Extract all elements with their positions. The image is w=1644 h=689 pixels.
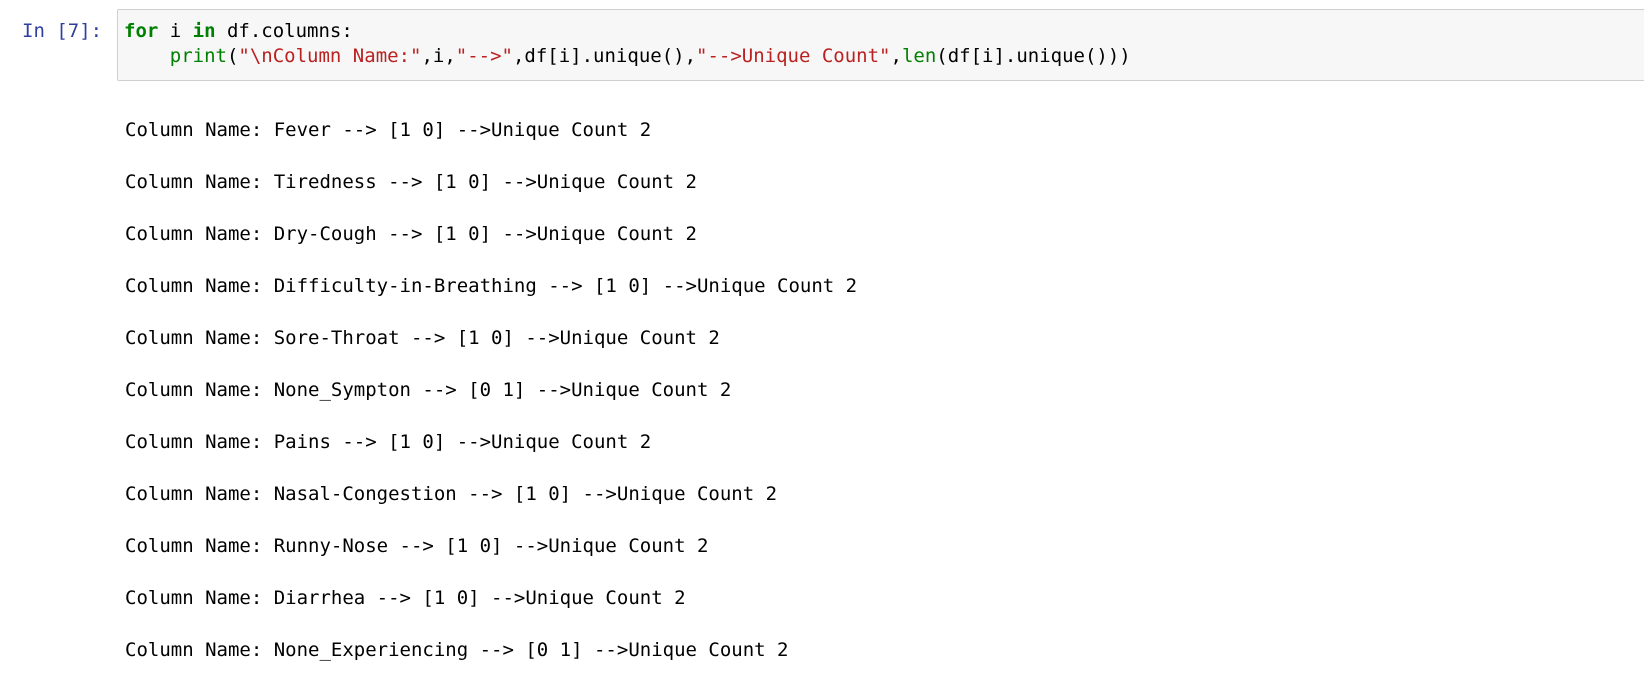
code-line-2: print("\nColumn Name:",i,"-->",df[i].uni… xyxy=(124,43,1131,69)
code-text: df.columns: xyxy=(215,20,353,42)
cell-output: Column Name: Fever --> [1 0] -->Unique C… xyxy=(125,117,857,689)
output-line: Column Name: Dry-Cough --> [1 0] -->Uniq… xyxy=(125,223,697,245)
output-line: Column Name: None_Sympton --> [0 1] -->U… xyxy=(125,379,732,401)
code-cell-input[interactable]: for i in df.columns: print("\nColumn Nam… xyxy=(117,9,1644,81)
code-text: ,df[i].unique(), xyxy=(512,45,697,67)
output-line: Column Name: Pains --> [1 0] -->Unique C… xyxy=(125,431,652,453)
output-line: Column Name: Difficulty-in-Breathing -->… xyxy=(125,275,858,297)
string-literal: "-->Unique Count" xyxy=(696,45,891,67)
string-literal: "-->" xyxy=(455,45,513,67)
code-text: ,i, xyxy=(421,45,456,67)
output-line: Column Name: Tiredness --> [1 0] -->Uniq… xyxy=(125,171,697,193)
string-literal: "\nColumn Name:" xyxy=(238,45,422,67)
code-line-1: for i in df.columns: xyxy=(124,18,353,44)
code-text: ( xyxy=(226,45,239,67)
code-text: i xyxy=(158,20,193,42)
code-text: (df[i].unique())) xyxy=(936,45,1131,67)
output-line: Column Name: Fever --> [1 0] -->Unique C… xyxy=(125,119,652,141)
builtin-len: len xyxy=(901,45,937,67)
output-line: Column Name: Diarrhea --> [1 0] -->Uniqu… xyxy=(125,587,686,609)
output-line: Column Name: Sore-Throat --> [1 0] -->Un… xyxy=(125,327,720,349)
keyword-for: for xyxy=(124,20,159,42)
output-line: Column Name: Runny-Nose --> [1 0] -->Uni… xyxy=(125,535,709,557)
code-text: , xyxy=(890,45,902,67)
output-line: Column Name: None_Experiencing --> [0 1]… xyxy=(125,639,789,661)
keyword-in: in xyxy=(192,20,216,42)
output-line: Column Name: Nasal-Congestion --> [1 0] … xyxy=(125,483,778,505)
input-prompt: In [7]: xyxy=(22,20,103,42)
builtin-print: print xyxy=(169,45,227,67)
